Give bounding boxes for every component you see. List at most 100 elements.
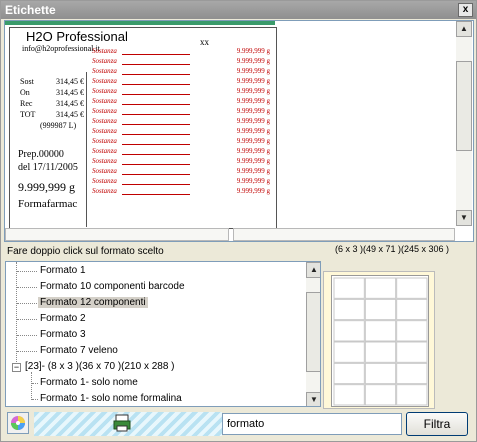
tree-item[interactable]: Formato 12 componenti (38, 295, 148, 311)
tree-item[interactable]: Formato 10 componenti barcode (38, 279, 187, 295)
label-code: xx (200, 37, 209, 47)
grid-cell (333, 362, 365, 385)
component-qty: 9.999,999 g (236, 147, 270, 155)
grid-sheet (331, 275, 429, 407)
component-line (122, 174, 190, 175)
tree-guide-line (17, 303, 37, 304)
component-line (122, 94, 190, 95)
window-title: Etichette (5, 3, 56, 17)
tree-item-label: Formato 10 componenti barcode (40, 281, 185, 292)
color-wheel-button[interactable] (7, 412, 29, 434)
tree-item[interactable]: Formato 1 (38, 263, 88, 279)
tree-scroll-thumb[interactable] (306, 292, 320, 372)
color-wheel-icon (11, 416, 25, 430)
tree-group[interactable]: [23]- (8 x 3 )(36 x 70 )(210 x 288 ) (23, 359, 177, 375)
component-qty: 9.999,999 g (236, 57, 270, 65)
filter-button[interactable]: Filtra (406, 412, 468, 436)
tree-item[interactable]: Formato 1- solo nome formalina (38, 391, 184, 406)
print-button[interactable] (112, 413, 132, 433)
component-name: Sostanza (92, 107, 117, 115)
label-total-liters: (999987 L) (40, 121, 77, 130)
tree-guide-line (17, 319, 37, 320)
tree-guide-line (16, 262, 17, 364)
preview-horizontal-scrollbar-left[interactable] (5, 228, 229, 241)
format-dimensions: (6 x 3 )(49 x 71 )(245 x 306 ) (335, 244, 450, 254)
component-name: Sostanza (92, 127, 117, 135)
grid-cell (333, 320, 365, 342)
component-qty: 9.999,999 g (236, 77, 270, 85)
tree-item-label: Formato 3 (40, 329, 86, 340)
printer-icon (113, 414, 131, 432)
price-value: 314,45 € (56, 110, 84, 119)
grid-cell (364, 384, 397, 406)
label-email: info@h2oprofessional.it (22, 44, 100, 53)
component-line (122, 144, 190, 145)
tree-vertical-scrollbar[interactable]: ▲ ▼ (306, 262, 320, 406)
grid-cell (333, 341, 365, 363)
component-name: Sostanza (92, 157, 117, 165)
label-company: Formafarmac (18, 198, 78, 210)
price-value: 314,45 € (56, 88, 84, 97)
grid-cell (364, 277, 397, 299)
component-name: Sostanza (92, 147, 117, 155)
component-line (122, 84, 190, 85)
preview-vertical-scrollbar[interactable]: ▲ ▼ (456, 21, 472, 226)
component-line (122, 134, 190, 135)
component-line (122, 124, 190, 125)
component-name: Sostanza (92, 77, 117, 85)
price-key: On (20, 88, 30, 97)
tree-item-label: Formato 1 (40, 265, 86, 276)
tree-group-label: [23]- (8 x 3 )(36 x 70 )(210 x 288 ) (25, 361, 175, 372)
component-name: Sostanza (92, 117, 117, 125)
tree-item-label: Formato 7 veleno (40, 345, 118, 356)
tree-item-label: Formato 1- solo nome (40, 377, 138, 388)
component-name: Sostanza (92, 87, 117, 95)
tree-item[interactable]: Formato 7 veleno (38, 343, 120, 359)
tree-guide-line (17, 287, 37, 288)
price-key: TOT (20, 110, 36, 119)
tree-item[interactable]: Formato 3 (38, 327, 88, 343)
component-name: Sostanza (92, 177, 117, 185)
format-tree[interactable]: Formato 1 Formato 10 componenti barcode Fo… (5, 261, 321, 407)
grid-cell (333, 277, 365, 299)
tree-scroll-down-icon[interactable]: ▼ (306, 392, 320, 406)
title-bar: Etichette x (1, 1, 476, 19)
component-qty: 9.999,999 g (236, 127, 270, 135)
preview-scroll-thumb[interactable] (456, 61, 472, 151)
tree-scroll-up-icon[interactable]: ▲ (306, 262, 320, 278)
component-name: Sostanza (92, 67, 117, 75)
component-qty: 9.999,999 g (236, 177, 270, 185)
close-button[interactable]: x (458, 3, 473, 17)
tree-item-label: Formato 12 componenti (38, 297, 148, 308)
label-preview: H2O Professional xx info@h2oprofessional… (9, 27, 277, 229)
component-name: Sostanza (92, 187, 117, 195)
scroll-up-icon[interactable]: ▲ (456, 21, 472, 37)
tree-item[interactable]: Formato 1- solo nome (38, 375, 140, 391)
preview-top-strip (5, 21, 275, 25)
component-name: Sostanza (92, 47, 117, 55)
grid-cell (396, 298, 428, 321)
tree-item[interactable]: Formato 2 (38, 311, 88, 327)
search-input[interactable] (222, 413, 402, 435)
labels-window: Etichette x H2O Professional xx info@h2o… (0, 0, 477, 442)
component-qty: 9.999,999 g (236, 187, 270, 195)
preview-horizontal-scrollbar-right[interactable] (233, 228, 455, 241)
label-weight: 9.999,999 g (18, 180, 75, 194)
component-line (122, 194, 190, 195)
price-key: Rec (20, 99, 33, 108)
label-preview-pane: H2O Professional xx info@h2oprofessional… (4, 20, 474, 242)
component-qty: 9.999,999 g (236, 117, 270, 125)
grid-cell (333, 298, 365, 321)
grid-cell (396, 362, 428, 385)
component-qty: 9.999,999 g (236, 87, 270, 95)
tree-guide-line (17, 271, 37, 272)
collapse-icon[interactable]: − (12, 363, 21, 372)
grid-cell (333, 384, 365, 406)
component-line (122, 74, 190, 75)
scroll-down-icon[interactable]: ▼ (456, 210, 472, 226)
tree-guide-line (31, 372, 32, 400)
tree-item-label: Formato 2 (40, 313, 86, 324)
component-line (122, 64, 190, 65)
component-qty: 9.999,999 g (236, 137, 270, 145)
grid-cell (364, 362, 397, 385)
